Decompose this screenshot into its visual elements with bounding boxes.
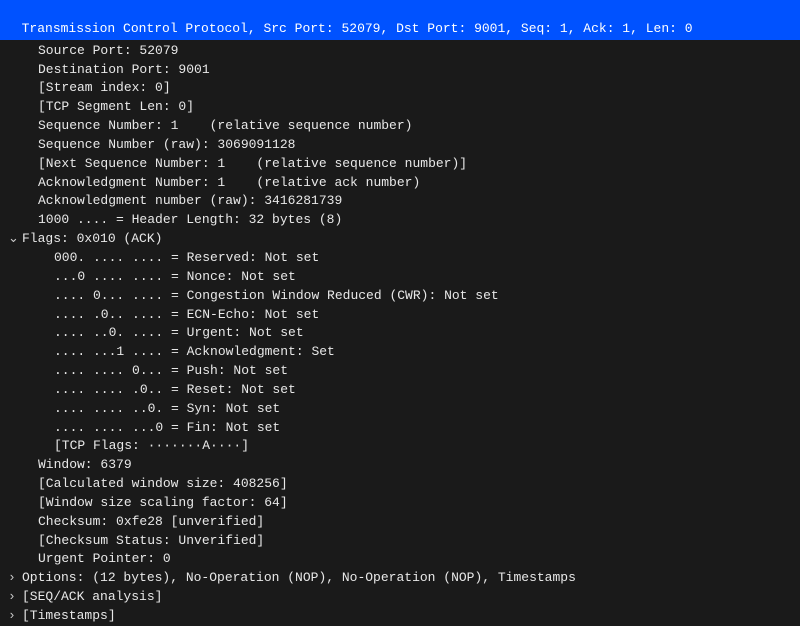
flag-nonce[interactable]: ...0 .... .... = Nonce: Not set [0, 268, 800, 287]
field-text: Source Port: 52079 [38, 43, 178, 58]
field-header-length[interactable]: 1000 .... = Header Length: 32 bytes (8) [0, 211, 800, 230]
chevron-right-icon[interactable]: › [8, 607, 22, 626]
field-text: Acknowledgment number (raw): 3416281739 [38, 193, 342, 208]
protocol-header-text: Transmission Control Protocol, Src Port:… [22, 21, 693, 36]
field-text: ...0 .... .... = Nonce: Not set [54, 269, 296, 284]
tcp-flags-string[interactable]: [TCP Flags: ·······A····] [0, 437, 800, 456]
flag-reserved[interactable]: 000. .... .... = Reserved: Not set [0, 249, 800, 268]
field-text: Acknowledgment Number: 1 (relative ack n… [38, 175, 420, 190]
field-text: [TCP Segment Len: 0] [38, 99, 194, 114]
field-text: 1000 .... = Header Length: 32 bytes (8) [38, 212, 342, 227]
field-text: Destination Port: 9001 [38, 62, 210, 77]
packet-detail-tree: Source Port: 52079 Destination Port: 900… [0, 40, 800, 626]
field-text: Checksum: 0xfe28 [unverified] [38, 514, 264, 529]
field-text: [Stream index: 0] [38, 80, 171, 95]
field-calc-window[interactable]: [Calculated window size: 408256] [0, 475, 800, 494]
field-text: [SEQ/ACK analysis] [22, 589, 162, 604]
field-flags-summary[interactable]: ⌄Flags: 0x010 (ACK) [0, 230, 800, 249]
field-text: [Checksum Status: Unverified] [38, 533, 264, 548]
field-text: [Timestamps] [22, 608, 116, 623]
flag-push[interactable]: .... .... 0... = Push: Not set [0, 362, 800, 381]
flag-urgent[interactable]: .... ..0. .... = Urgent: Not set [0, 324, 800, 343]
field-stream-index[interactable]: [Stream index: 0] [0, 79, 800, 98]
field-text: .... .... 0... = Push: Not set [54, 363, 288, 378]
flag-ecn[interactable]: .... .0.. .... = ECN-Echo: Not set [0, 306, 800, 325]
field-text: Options: (12 bytes), No-Operation (NOP),… [22, 570, 576, 585]
field-checksum[interactable]: Checksum: 0xfe28 [unverified] [0, 513, 800, 532]
chevron-down-icon[interactable]: ⌄ [8, 230, 22, 249]
field-seq-ack-analysis[interactable]: ›[SEQ/ACK analysis] [0, 588, 800, 607]
field-text: .... ...1 .... = Acknowledgment: Set [54, 344, 335, 359]
field-seq-relative[interactable]: Sequence Number: 1 (relative sequence nu… [0, 117, 800, 136]
field-checksum-status[interactable]: [Checksum Status: Unverified] [0, 532, 800, 551]
chevron-right-icon[interactable]: › [8, 569, 22, 588]
protocol-header-row[interactable]: Transmission Control Protocol, Src Port:… [0, 0, 800, 40]
field-text: Flags: 0x010 (ACK) [22, 231, 162, 246]
field-window-scale[interactable]: [Window size scaling factor: 64] [0, 494, 800, 513]
flag-ack[interactable]: .... ...1 .... = Acknowledgment: Set [0, 343, 800, 362]
field-segment-len[interactable]: [TCP Segment Len: 0] [0, 98, 800, 117]
field-text: .... 0... .... = Congestion Window Reduc… [54, 288, 499, 303]
field-text: .... .... ..0. = Syn: Not set [54, 401, 280, 416]
flag-syn[interactable]: .... .... ..0. = Syn: Not set [0, 400, 800, 419]
flag-reset[interactable]: .... .... .0.. = Reset: Not set [0, 381, 800, 400]
field-text: Sequence Number: 1 (relative sequence nu… [38, 118, 412, 133]
field-ack-relative[interactable]: Acknowledgment Number: 1 (relative ack n… [0, 174, 800, 193]
field-urgent-pointer[interactable]: Urgent Pointer: 0 [0, 550, 800, 569]
field-ack-raw[interactable]: Acknowledgment number (raw): 3416281739 [0, 192, 800, 211]
field-text: .... ..0. .... = Urgent: Not set [54, 325, 304, 340]
field-text: [Next Sequence Number: 1 (relative seque… [38, 156, 467, 171]
field-text: .... .... ...0 = Fin: Not set [54, 420, 280, 435]
field-window[interactable]: Window: 6379 [0, 456, 800, 475]
field-next-seq[interactable]: [Next Sequence Number: 1 (relative seque… [0, 155, 800, 174]
field-text: 000. .... .... = Reserved: Not set [54, 250, 319, 265]
field-options[interactable]: ›Options: (12 bytes), No-Operation (NOP)… [0, 569, 800, 588]
field-text: .... .... .0.. = Reset: Not set [54, 382, 296, 397]
flag-cwr[interactable]: .... 0... .... = Congestion Window Reduc… [0, 287, 800, 306]
field-seq-raw[interactable]: Sequence Number (raw): 3069091128 [0, 136, 800, 155]
field-text: .... .0.. .... = ECN-Echo: Not set [54, 307, 319, 322]
field-text: Urgent Pointer: 0 [38, 551, 171, 566]
chevron-right-icon[interactable]: › [8, 588, 22, 607]
flag-fin[interactable]: .... .... ...0 = Fin: Not set [0, 419, 800, 438]
field-destination-port[interactable]: Destination Port: 9001 [0, 61, 800, 80]
field-text: [Window size scaling factor: 64] [38, 495, 288, 510]
field-text: Sequence Number (raw): 3069091128 [38, 137, 295, 152]
field-text: [TCP Flags: ·······A····] [54, 438, 249, 453]
field-text: Window: 6379 [38, 457, 132, 472]
field-timestamps[interactable]: ›[Timestamps] [0, 607, 800, 626]
field-text: [Calculated window size: 408256] [38, 476, 288, 491]
field-source-port[interactable]: Source Port: 52079 [0, 42, 800, 61]
